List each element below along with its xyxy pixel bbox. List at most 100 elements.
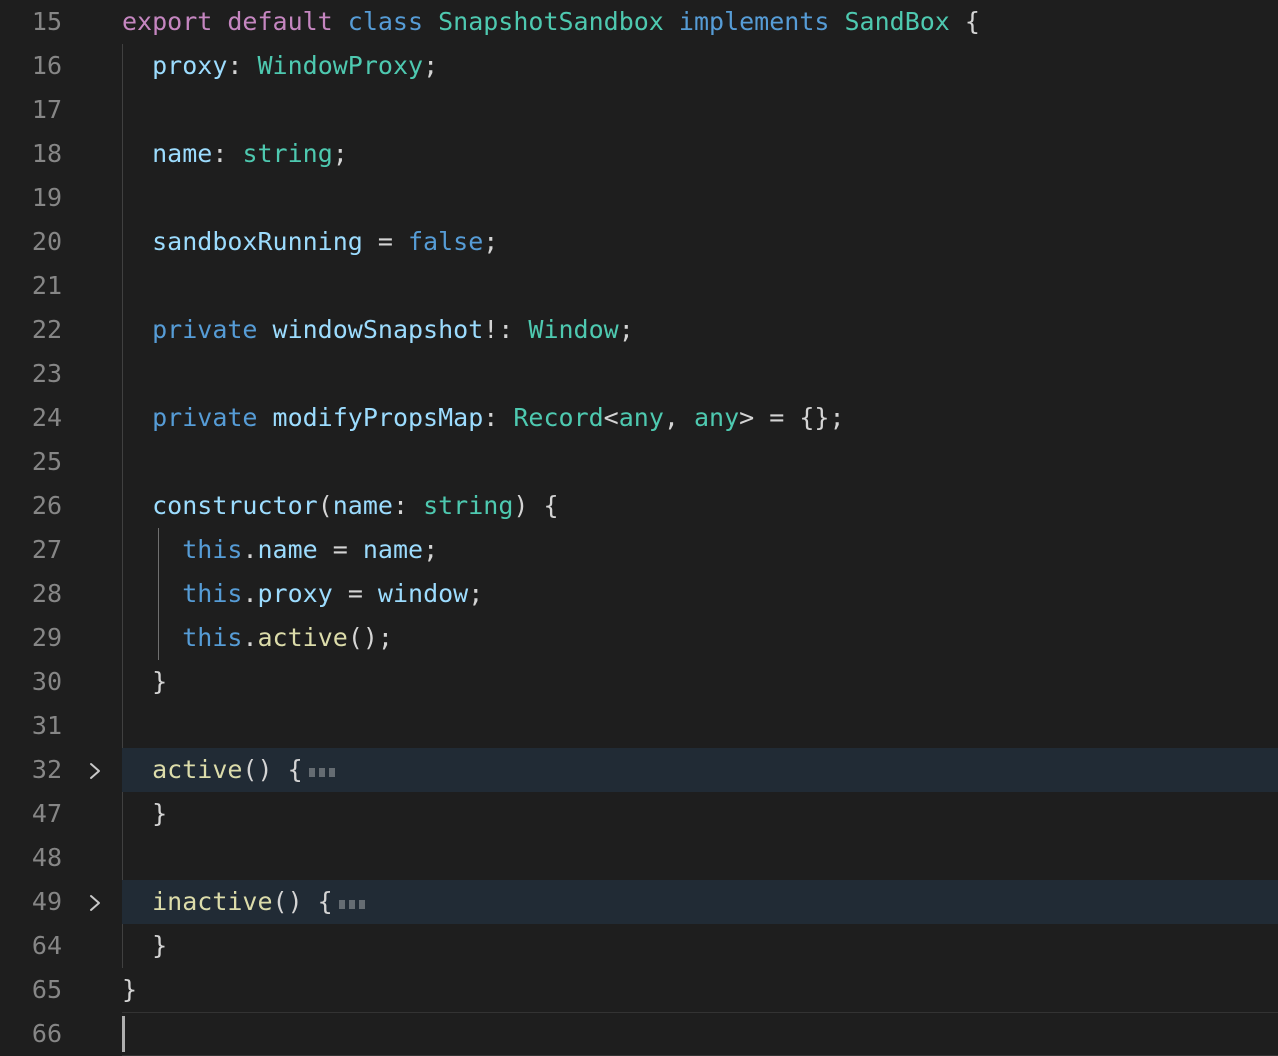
line-number: 65 xyxy=(31,975,62,1004)
code-line[interactable]: 48 xyxy=(0,836,1278,880)
line-number: 29 xyxy=(31,623,62,652)
code-editor[interactable]: 15 export default class SnapshotSandbox i… xyxy=(0,0,1278,1056)
code-text[interactable]: inactive() { xyxy=(122,880,369,924)
line-number: 24 xyxy=(31,403,62,432)
line-number: 16 xyxy=(31,51,62,80)
token-keyword: private xyxy=(152,315,258,344)
token-var: proxy xyxy=(257,579,333,608)
token-plain: : xyxy=(227,51,258,80)
code-line[interactable]: 16 proxy: WindowProxy; xyxy=(0,44,1278,88)
token-plain: = xyxy=(317,535,363,564)
token-plain: < xyxy=(603,403,619,432)
token-plain: ; xyxy=(423,535,439,564)
code-line[interactable]: 66 xyxy=(0,1012,1278,1056)
code-line[interactable]: 15 export default class SnapshotSandbox i… xyxy=(0,0,1278,44)
code-text[interactable]: this.active(); xyxy=(122,616,393,660)
token-plain: } xyxy=(122,799,168,828)
line-number: 64 xyxy=(31,931,62,960)
code-text[interactable]: } xyxy=(122,660,167,704)
token-type: any xyxy=(618,403,664,432)
indent-guide xyxy=(122,176,123,220)
token-keyword: false xyxy=(407,227,484,256)
code-line[interactable]: 23 xyxy=(0,352,1278,396)
indent-guide xyxy=(122,88,123,132)
code-line[interactable]: 64 } xyxy=(0,924,1278,968)
token-plain: ) { xyxy=(513,491,559,520)
text-cursor xyxy=(122,1016,125,1052)
token-var: name xyxy=(152,139,213,168)
code-text[interactable]: this.name = name; xyxy=(122,528,438,572)
code-text[interactable]: private modifyPropsMap: Record<any, any>… xyxy=(122,396,845,440)
code-line[interactable]: 30 } xyxy=(0,660,1278,704)
token-type: string xyxy=(242,139,333,168)
code-line[interactable]: 19 xyxy=(0,176,1278,220)
code-text[interactable]: name: string; xyxy=(122,132,348,176)
token-var: proxy xyxy=(152,51,228,80)
token-plain: = xyxy=(362,227,408,256)
code-line[interactable]: 24 private modifyPropsMap: Record<any, a… xyxy=(0,396,1278,440)
token-plain: = xyxy=(332,579,378,608)
token-keyword: this xyxy=(182,579,243,608)
code-line[interactable]: 49 inactive() { xyxy=(0,880,1278,924)
code-line[interactable]: 25 xyxy=(0,440,1278,484)
token-plain: { xyxy=(964,7,980,36)
code-text[interactable]: } xyxy=(122,792,167,836)
fold-placeholder-icon[interactable] xyxy=(308,747,339,791)
chevron-right-icon[interactable] xyxy=(84,880,110,924)
code-line[interactable]: 27 this.name = name; xyxy=(0,528,1278,572)
line-number: 66 xyxy=(31,1019,62,1048)
code-text[interactable]: } xyxy=(122,924,167,968)
token-var: windowSnapshot xyxy=(272,315,484,344)
code-text[interactable]: sandboxRunning = false; xyxy=(122,220,498,264)
code-text[interactable]: export default class SnapshotSandbox imp… xyxy=(122,0,980,44)
token-var: modifyPropsMap xyxy=(272,403,484,432)
code-line[interactable]: 32 active() { xyxy=(0,748,1278,792)
token-plain: } xyxy=(122,975,138,1004)
line-number: 47 xyxy=(31,799,62,828)
token-var: name xyxy=(257,535,318,564)
token-keyword: this xyxy=(182,623,243,652)
chevron-right-icon[interactable] xyxy=(84,748,110,792)
line-number: 27 xyxy=(31,535,62,564)
line-number: 26 xyxy=(31,491,62,520)
line-number: 48 xyxy=(31,843,62,872)
code-line[interactable]: 26 constructor(name: string) { xyxy=(0,484,1278,528)
token-type: SandBox xyxy=(844,7,965,36)
code-line[interactable]: 29 this.active(); xyxy=(0,616,1278,660)
indent-guide xyxy=(122,352,123,396)
code-text[interactable]: constructor(name: string) { xyxy=(122,484,559,528)
token-func: active xyxy=(152,755,243,784)
code-line[interactable]: 21 xyxy=(0,264,1278,308)
code-line[interactable]: 31 xyxy=(0,704,1278,748)
code-text[interactable]: proxy: WindowProxy; xyxy=(122,44,438,88)
code-line[interactable]: 18 name: string; xyxy=(0,132,1278,176)
code-line[interactable]: 47 } xyxy=(0,792,1278,836)
token-var: sandboxRunning xyxy=(152,227,363,256)
token-plain: : xyxy=(212,139,243,168)
token-plain: > = {}; xyxy=(739,403,845,432)
code-text[interactable]: this.proxy = window; xyxy=(122,572,483,616)
code-text[interactable]: private windowSnapshot!: Window; xyxy=(122,308,634,352)
code-line[interactable]: 20 sandboxRunning = false; xyxy=(0,220,1278,264)
token-type: Window xyxy=(528,315,619,344)
code-text[interactable]: } xyxy=(122,968,137,1012)
token-plain: ; xyxy=(468,579,484,608)
token-var: window xyxy=(377,579,469,608)
token-type: any xyxy=(694,403,740,432)
token-plain: . xyxy=(242,579,258,608)
token-plain: } xyxy=(122,931,168,960)
code-line[interactable]: 17 xyxy=(0,88,1278,132)
code-line[interactable]: 28 this.proxy = window; xyxy=(0,572,1278,616)
fold-placeholder-icon[interactable] xyxy=(338,879,369,923)
code-line[interactable]: 65} xyxy=(0,968,1278,1012)
code-text[interactable]: active() { xyxy=(122,748,339,792)
code-line[interactable]: 22 private windowSnapshot!: Window; xyxy=(0,308,1278,352)
